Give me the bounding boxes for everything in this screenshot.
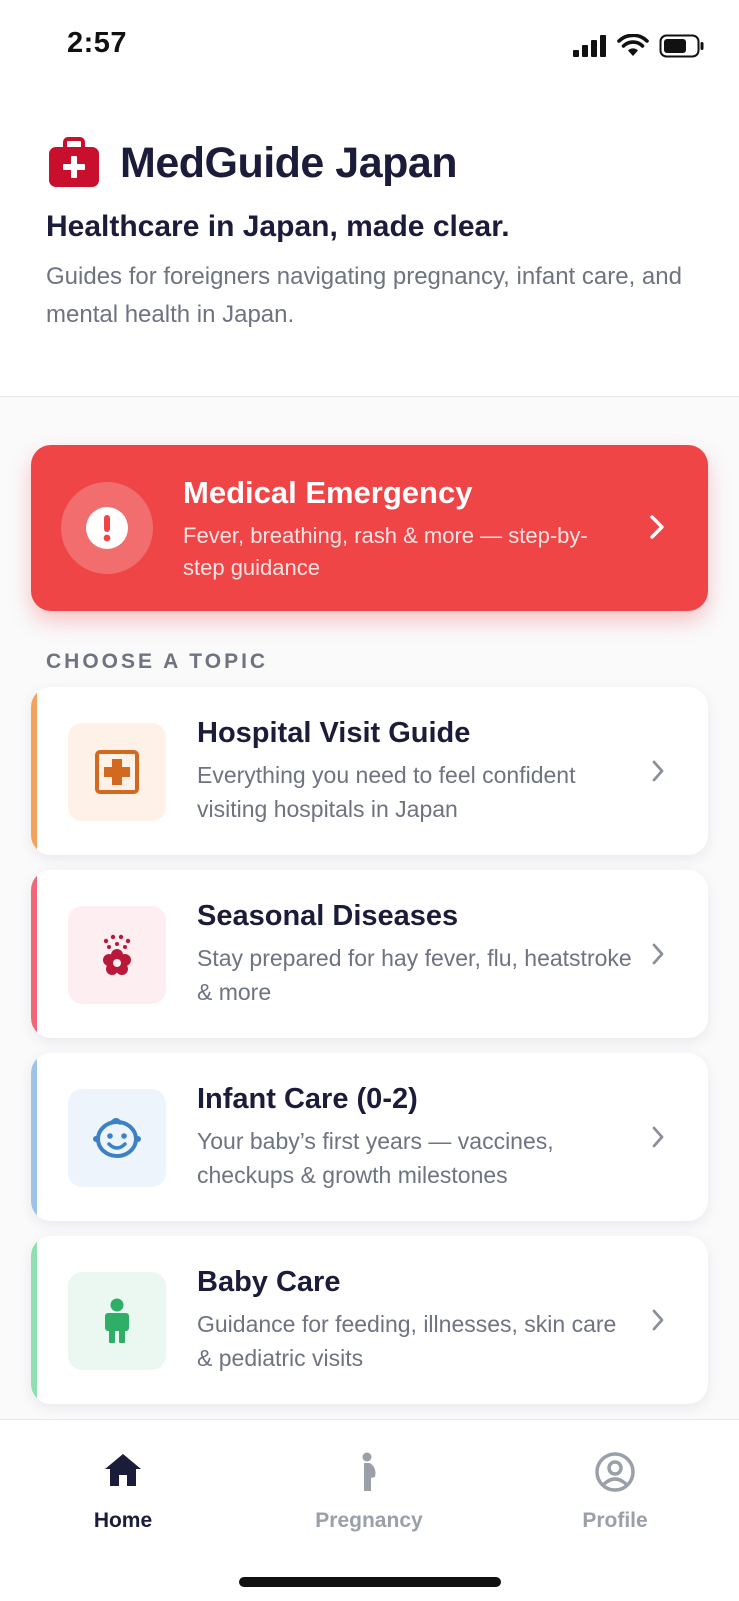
- emergency-title: Medical Emergency: [183, 475, 473, 510]
- chevron-right-icon: [652, 943, 664, 965]
- app-header: MedGuide Japan Healthcare in Japan, made…: [0, 95, 739, 397]
- status-icons: [573, 34, 705, 58]
- card-icon-box: [68, 906, 166, 1004]
- card-description: Stay prepared for hay fever, flu, heatst…: [197, 945, 632, 1005]
- card-accent: [31, 1053, 37, 1221]
- wifi-icon: [617, 34, 649, 56]
- tab-label: Profile: [582, 1509, 648, 1532]
- app-title: MedGuide Japan: [120, 138, 458, 187]
- brand: MedGuide Japan: [46, 135, 458, 191]
- card-title: Hospital Visit Guide: [197, 717, 471, 749]
- topic-card-seasonal-diseases[interactable]: Seasonal Diseases Stay prepared for hay …: [31, 870, 708, 1038]
- app-description: Guides for foreigners navigating pregnan…: [46, 263, 682, 328]
- card-description: Guidance for feeding, illnesses, skin ca…: [197, 1311, 617, 1371]
- home-indicator: [239, 1577, 501, 1587]
- tab-profile[interactable]: Profile: [492, 1420, 738, 1540]
- card-icon-box: [68, 1089, 166, 1187]
- child-icon: [105, 1298, 129, 1343]
- tab-pregnancy[interactable]: Pregnancy: [246, 1420, 492, 1540]
- baby-face-icon: [93, 1118, 141, 1158]
- card-title: Seasonal Diseases: [197, 900, 459, 932]
- topic-card-hospital-visit-guide[interactable]: Hospital Visit Guide Everything you need…: [31, 687, 708, 855]
- main-content: Medical Emergency Fever, breathing, rash…: [0, 397, 739, 1419]
- card-description: Everything you need to feel confident vi…: [197, 762, 576, 822]
- hospital-icon: [95, 750, 139, 794]
- emergency-subtitle: Fever, breathing, rash & more — step-by-…: [183, 523, 588, 580]
- home-icon: [105, 1454, 141, 1486]
- card-icon-box: [68, 723, 166, 821]
- card-accent: [31, 1236, 37, 1404]
- status-time: 2:57: [67, 27, 128, 59]
- card-title: Infant Care (0-2): [197, 1083, 418, 1115]
- tagline: Healthcare in Japan, made clear.: [46, 210, 510, 243]
- tab-label: Home: [93, 1509, 153, 1532]
- alert-icon: [86, 507, 128, 549]
- chevron-right-icon: [650, 515, 664, 539]
- chevron-right-icon: [652, 1309, 664, 1331]
- medical-emergency-button[interactable]: Medical Emergency Fever, breathing, rash…: [31, 445, 708, 611]
- chevron-right-icon: [652, 1126, 664, 1148]
- status-bar: 2:57: [0, 0, 739, 95]
- tab-home[interactable]: Home: [0, 1420, 246, 1540]
- cellular-signal-icon: [573, 35, 606, 57]
- card-icon-box: [68, 1272, 166, 1370]
- section-label: CHOOSE A TOPIC: [46, 650, 269, 673]
- card-accent: [31, 870, 37, 1038]
- tab-label: Pregnancy: [315, 1509, 423, 1532]
- chevron-right-icon: [652, 760, 664, 782]
- medical-kit-icon: [49, 137, 99, 187]
- tab-bar: Home Pregnancy Profile: [0, 1419, 739, 1601]
- topic-card-baby-care[interactable]: Baby Care Guidance for feeding, illnesse…: [31, 1236, 708, 1404]
- card-title: Baby Care: [197, 1266, 341, 1298]
- battery-icon: [659, 34, 704, 58]
- topic-card-infant-care[interactable]: Infant Care (0-2) Your baby’s first year…: [31, 1053, 708, 1221]
- pregnancy-icon: [362, 1452, 376, 1491]
- card-description: Your baby’s first years — vaccines, chec…: [197, 1128, 554, 1188]
- card-accent: [31, 687, 37, 855]
- profile-icon: [595, 1452, 635, 1492]
- alert-icon-badge: [61, 482, 153, 574]
- pollen-flower-icon: [103, 934, 131, 975]
